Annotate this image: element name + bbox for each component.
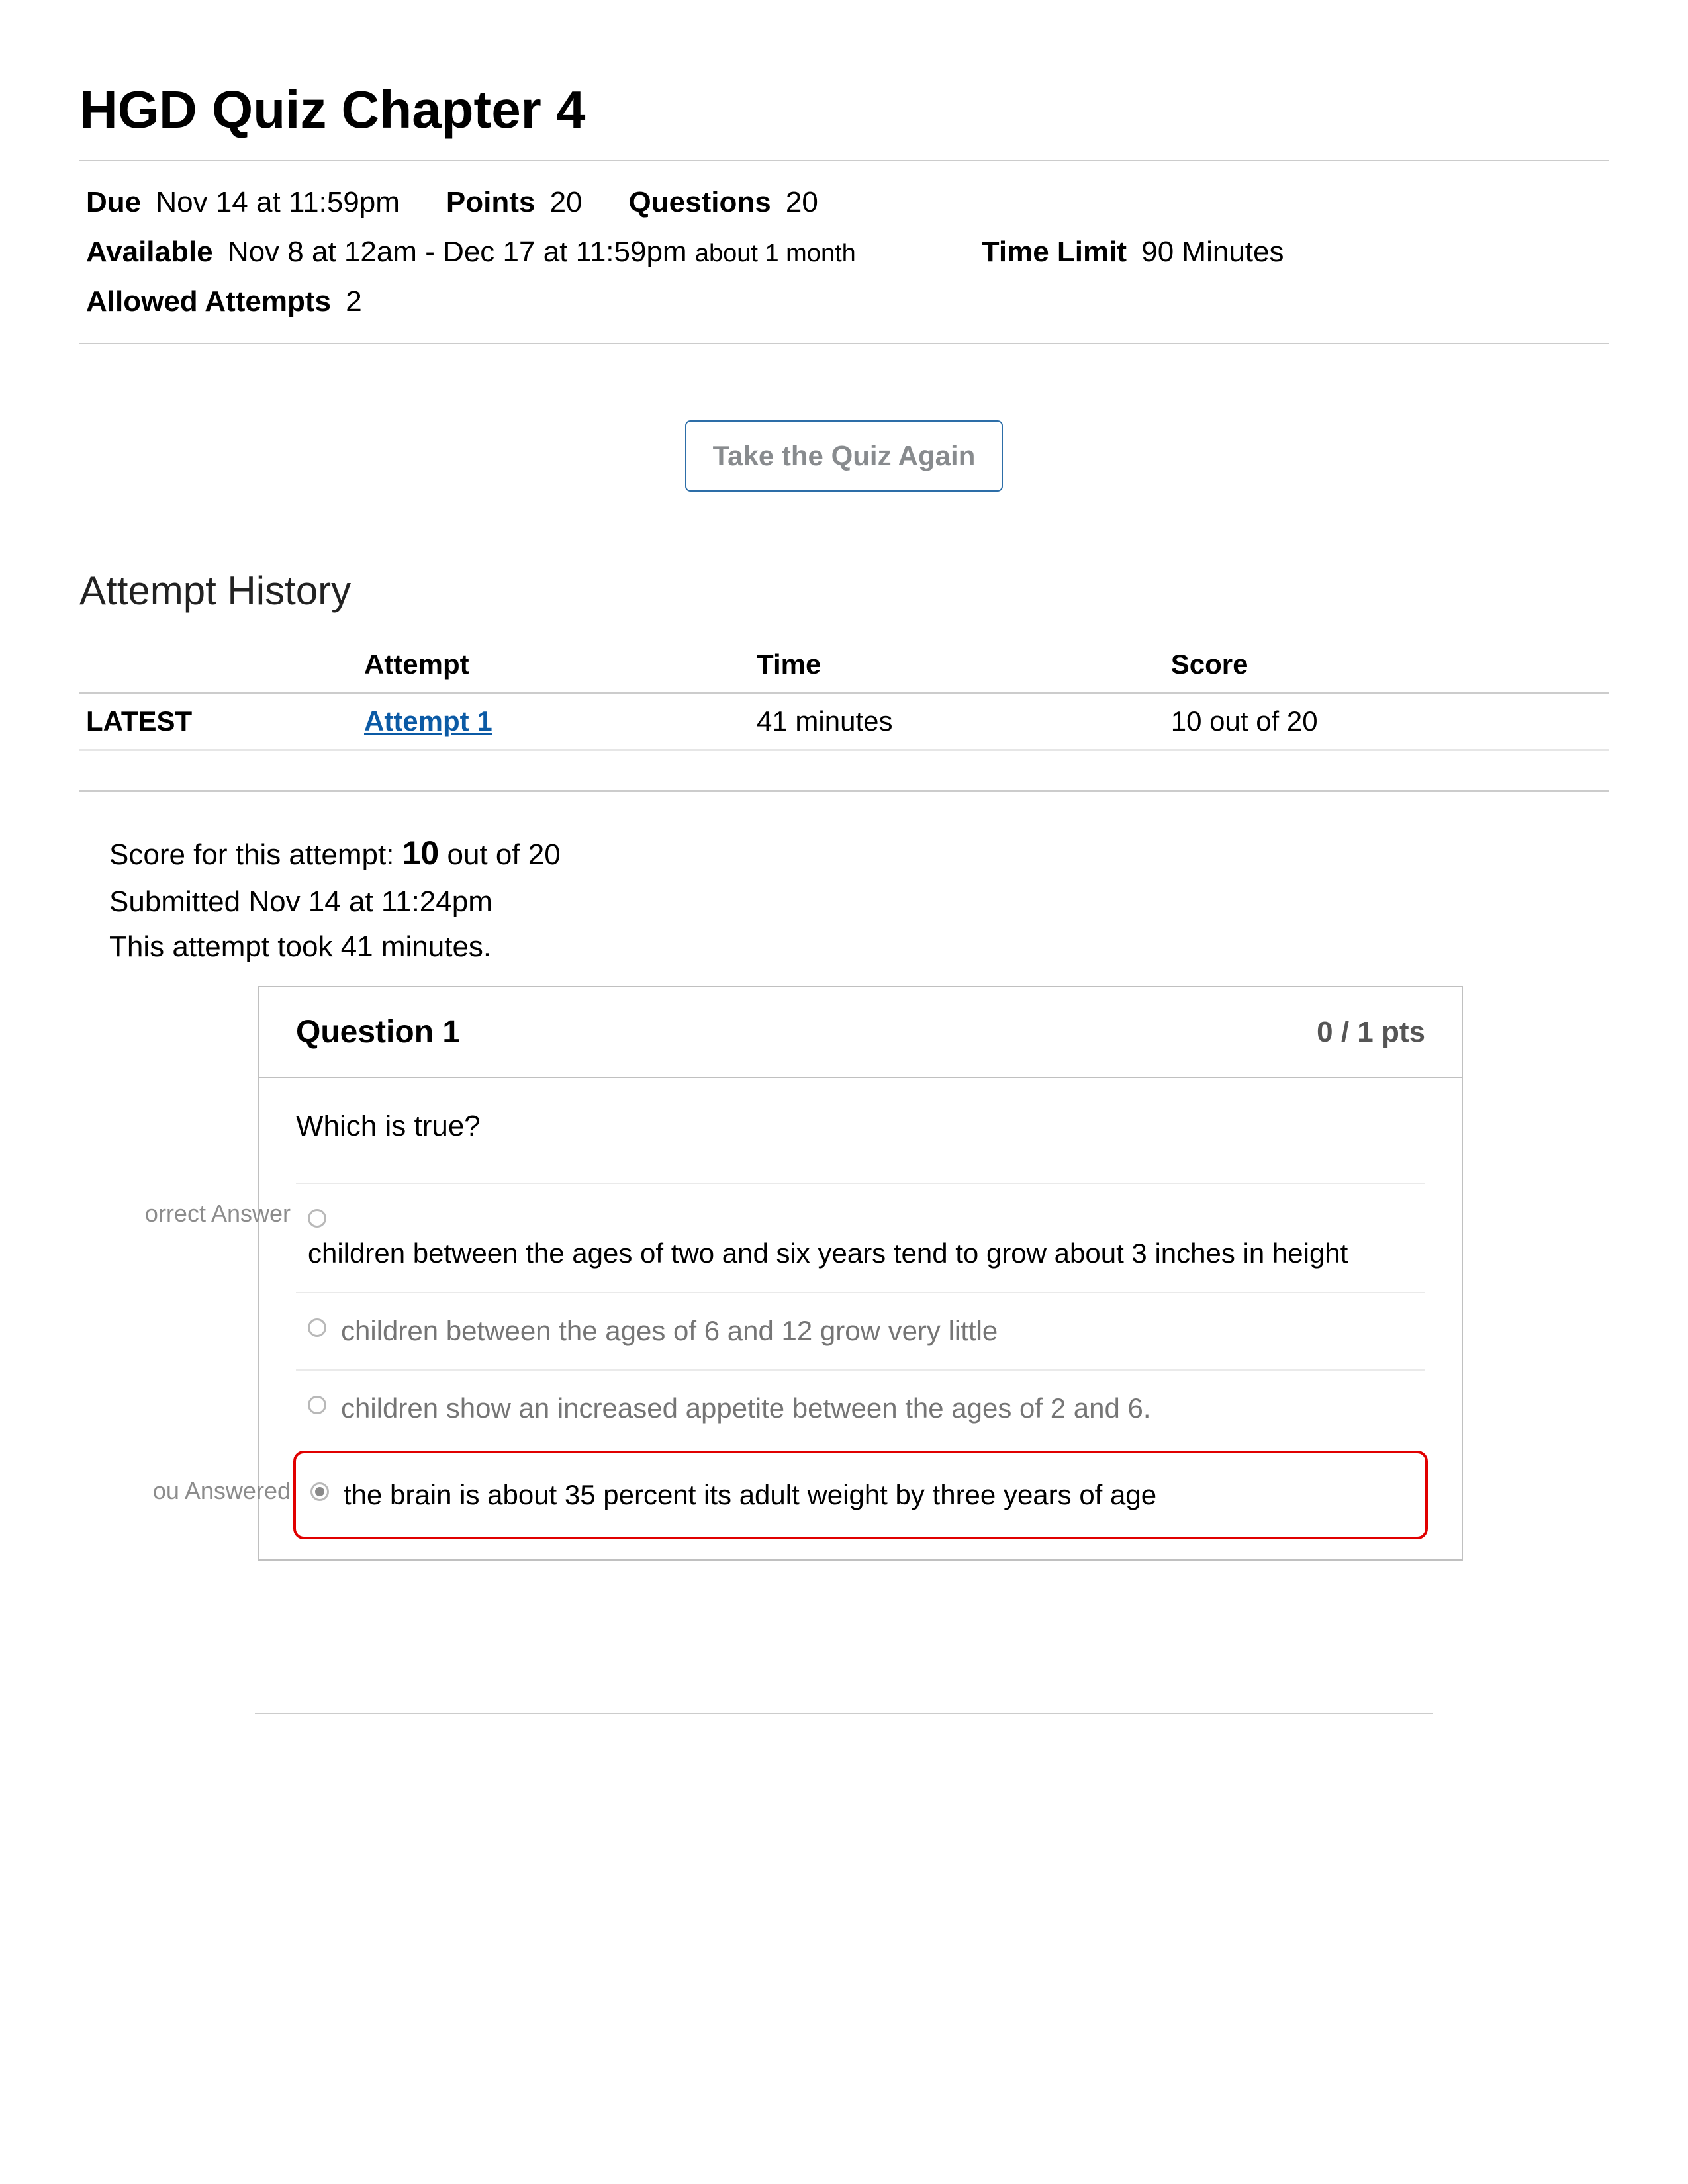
points-value: 20 xyxy=(550,186,583,218)
due-value: Nov 14 at 11:59pm xyxy=(156,186,400,218)
divider xyxy=(255,1713,1433,1714)
score-line-suffix: out of 20 xyxy=(439,839,560,871)
take-quiz-again-button[interactable]: Take the Quiz Again xyxy=(685,420,1004,492)
you-answered-label: ou Answered xyxy=(118,1477,291,1505)
latest-badge: LATEST xyxy=(79,693,357,750)
score-line-prefix: Score for this attempt: xyxy=(109,839,402,871)
page-title: HGD Quiz Chapter 4 xyxy=(79,79,1609,140)
allowed-attempts-value: 2 xyxy=(346,285,361,318)
answer-text: children between the ages of two and six… xyxy=(308,1234,1413,1273)
question-card: Question 1 0 / 1 pts Which is true? orre… xyxy=(258,986,1463,1561)
attempt-history-heading: Attempt History xyxy=(79,568,1609,614)
time-limit-label: Time Limit xyxy=(982,236,1127,268)
answer-text: children between the ages of 6 and 12 gr… xyxy=(341,1312,1413,1351)
answer-option: children between the ages of 6 and 12 gr… xyxy=(296,1292,1425,1369)
table-row: LATEST Attempt 1 41 minutes 10 out of 20 xyxy=(79,693,1609,750)
score-summary: Score for this attempt: 10 out of 20 Sub… xyxy=(79,828,1609,970)
correct-answer-label: orrect Answer xyxy=(118,1200,291,1228)
due-label: Due xyxy=(86,186,141,218)
divider xyxy=(79,790,1609,792)
available-value: Nov 8 at 12am - Dec 17 at 11:59pm xyxy=(228,236,687,268)
radio-icon xyxy=(308,1396,326,1414)
radio-selected-icon xyxy=(310,1482,329,1501)
radio-icon xyxy=(308,1318,326,1337)
question-points: 0 / 1 pts xyxy=(1317,1016,1425,1049)
time-limit-value: 90 Minutes xyxy=(1141,236,1284,268)
score-value: 10 xyxy=(402,835,440,872)
answer-text: the brain is about 35 percent its adult … xyxy=(344,1476,1411,1515)
available-note: about 1 month xyxy=(695,240,856,267)
time-col-header: Time xyxy=(750,637,1164,693)
attempt-history-table: Attempt Time Score LATEST Attempt 1 41 m… xyxy=(79,637,1609,751)
questions-value: 20 xyxy=(786,186,818,218)
attempt-time: 41 minutes xyxy=(750,693,1164,750)
available-label: Available xyxy=(86,236,213,268)
score-col-header: Score xyxy=(1164,637,1609,693)
attempt-score: 10 out of 20 xyxy=(1164,693,1609,750)
question-text: Which is true? xyxy=(296,1110,1425,1143)
submitted-line: Submitted Nov 14 at 11:24pm xyxy=(109,880,1609,925)
answer-text: children show an increased appetite betw… xyxy=(341,1389,1413,1428)
points-label: Points xyxy=(446,186,535,218)
questions-label: Questions xyxy=(629,186,771,218)
question-number: Question 1 xyxy=(296,1014,460,1050)
allowed-attempts-label: Allowed Attempts xyxy=(86,285,331,318)
radio-icon xyxy=(308,1209,326,1228)
answer-option: children show an increased appetite betw… xyxy=(296,1369,1425,1447)
quiz-meta: Due Nov 14 at 11:59pm Points 20 Question… xyxy=(79,161,1609,343)
answer-option-selected: ou Answered the brain is about 35 percen… xyxy=(293,1451,1428,1540)
attempt-col-header: Attempt xyxy=(357,637,750,693)
answer-option: orrect Answer children between the ages … xyxy=(296,1183,1425,1292)
attempt-link[interactable]: Attempt 1 xyxy=(364,705,492,737)
duration-line: This attempt took 41 minutes. xyxy=(109,925,1609,970)
